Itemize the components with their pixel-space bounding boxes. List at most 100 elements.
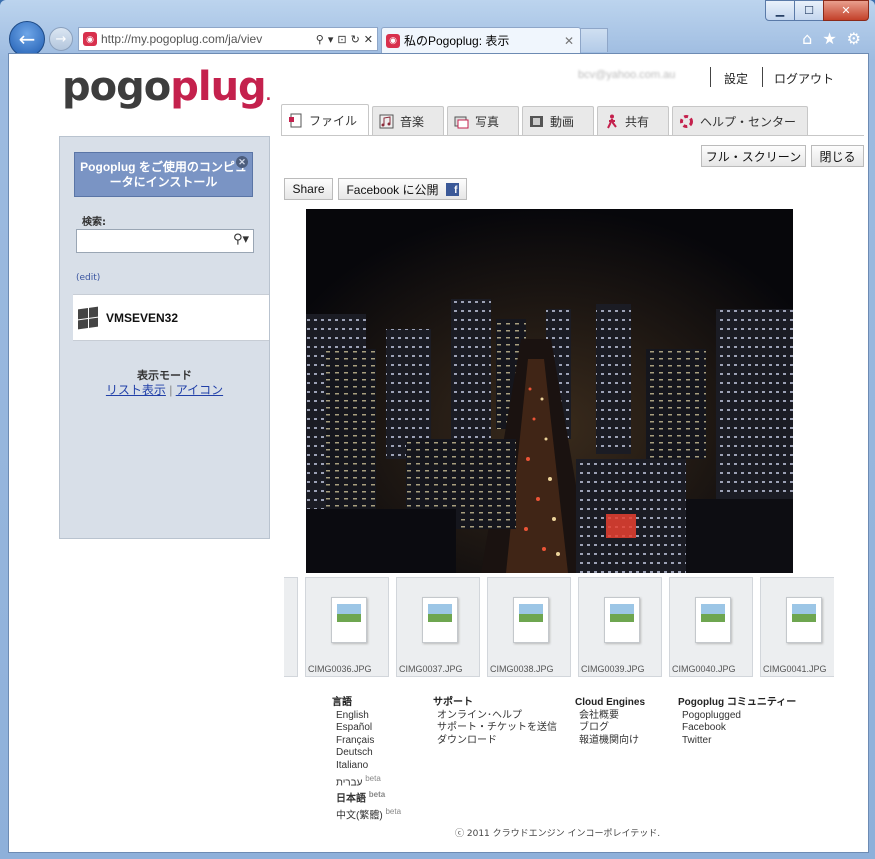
search-icon[interactable]: ⚲ (316, 33, 324, 46)
logout-link[interactable]: ログアウト (774, 70, 834, 87)
language-link[interactable]: Español (332, 722, 401, 735)
tab-videos[interactable]: 動画 (522, 106, 594, 135)
image-placeholder-icon (513, 597, 549, 643)
company-link[interactable]: 報道機関向け (575, 735, 645, 748)
language-link[interactable]: English (332, 710, 401, 723)
tab-help-center[interactable]: ヘルプ・センター (672, 106, 808, 135)
facebook-publish-button[interactable]: Facebook に公開 f (338, 178, 467, 200)
stop-icon[interactable]: ✕ (364, 33, 373, 46)
install-banner-button[interactable]: Pogoplug をご使用のコンピュータにインストール ✕ (74, 152, 253, 197)
browser-tab[interactable]: ◉ 私のPogoplug: 表示 ✕ (381, 27, 581, 53)
close-icon[interactable]: ✕ (236, 156, 248, 168)
compat-view-icon[interactable]: ⊡ (337, 33, 346, 46)
image-placeholder-icon (786, 597, 822, 643)
device-name: VMSEVEN32 (106, 310, 179, 325)
tab-photos[interactable]: 写真 (447, 106, 519, 135)
pogoplug-favicon-icon: ◉ (83, 32, 97, 46)
thumbnail-item[interactable]: CIMG0038.JPG (487, 577, 571, 677)
tab-label: 動画 (550, 114, 575, 129)
chevron-down-icon[interactable]: ▾ (328, 33, 334, 46)
language-link[interactable]: Français (332, 735, 401, 748)
music-icon (379, 114, 394, 128)
footer-heading: 言語 (332, 697, 352, 708)
support-link[interactable]: サポート・チケットを送信 (433, 722, 557, 735)
search-icon[interactable]: ⚲▾ (233, 232, 249, 247)
footer-languages: 言語 English Español Français Deutsch Ital… (332, 697, 401, 823)
community-link[interactable]: Twitter (678, 735, 796, 748)
home-icon[interactable]: ⌂ (802, 29, 812, 48)
favorites-star-icon[interactable]: ★ (822, 29, 836, 48)
tab-close-icon[interactable]: ✕ (564, 34, 580, 48)
install-text: Pogoplug をご使用のコンピュータにインストール (80, 160, 247, 189)
sidebar: Pogoplug をご使用のコンピュータにインストール ✕ 検索: ⚲▾ (ed… (59, 136, 270, 539)
footer-support: サポート オンライン･ヘルプ サポート・チケットを送信 ダウンロード (433, 697, 557, 747)
language-link[interactable]: Italiano (332, 760, 401, 773)
fullscreen-button[interactable]: フル・スクリーン (701, 145, 806, 167)
edit-link[interactable]: (edit) (76, 273, 100, 283)
address-bar[interactable]: ◉ http://my.pogoplug.com/ja/viev ⚲ ▾ ⊡ ↻… (78, 27, 378, 51)
language-link[interactable]: עברית beta (332, 773, 401, 790)
thumbnail-caption: CIMG0039.JPG (581, 664, 645, 674)
tab-label: 音楽 (400, 114, 425, 129)
device-item-vmseven32[interactable]: VMSEVEN32 (73, 294, 269, 341)
support-link[interactable]: ダウンロード (433, 735, 557, 748)
tab-share[interactable]: 共有 (597, 106, 669, 135)
close-button[interactable]: 閉じる (811, 145, 864, 167)
search-label: 検索: (82, 217, 106, 228)
image-placeholder-icon (604, 597, 640, 643)
address-text[interactable]: http://my.pogoplug.com/ja/viev (101, 32, 316, 46)
tab-label: ファイル (309, 113, 358, 128)
language-link[interactable]: 中文(繁體) beta (332, 806, 401, 823)
tab-music[interactable]: 音楽 (372, 106, 444, 135)
divider (710, 67, 711, 87)
image-placeholder-icon (331, 597, 367, 643)
facebook-publish-label: Facebook に公開 (346, 182, 439, 197)
tab-label: 写真 (475, 114, 500, 129)
facebook-icon: f (445, 182, 459, 196)
photo-viewer-image[interactable] (306, 209, 793, 573)
close-window-button[interactable]: ✕ (823, 0, 869, 21)
footer-heading: Cloud Engines (575, 697, 645, 708)
tab-label: ヘルプ・センター (700, 114, 797, 129)
image-placeholder-icon (695, 597, 731, 643)
tab-files[interactable]: ファイル (281, 104, 369, 135)
footer-cloud-engines: Cloud Engines 会社概要 ブログ 報道機関向け (575, 697, 645, 747)
back-button[interactable]: ← (9, 21, 45, 57)
thumbnail-item[interactable]: CIMG0036.JPG (305, 577, 389, 677)
share-button[interactable]: Share (284, 178, 333, 200)
support-link[interactable]: オンライン･ヘルプ (433, 710, 557, 723)
main-tabs: ファイル 音楽 写真 動画 共有 ヘルプ・センター (281, 104, 808, 135)
minimize-button[interactable]: ▁ (765, 0, 795, 21)
settings-link[interactable]: 設定 (724, 70, 748, 87)
thumbnail-item[interactable]: CIMG0040.JPG (669, 577, 753, 677)
list-view-link[interactable]: リスト表示 (106, 383, 166, 397)
community-link[interactable]: Pogoplugged (678, 710, 796, 723)
help-icon (680, 114, 693, 128)
thumbnail-caption: CIMG0037.JPG (399, 664, 463, 674)
thumbnail-item[interactable]: CIMG0037.JPG (396, 577, 480, 677)
footer-heading: Pogoplug コミュニティー (678, 697, 797, 708)
footer-community: Pogoplug コミュニティー Pogoplugged Facebook Tw… (678, 697, 796, 747)
language-link-current[interactable]: 日本語 beta (332, 789, 401, 806)
company-link[interactable]: ブログ (575, 722, 645, 735)
forward-button[interactable]: → (49, 27, 73, 51)
refresh-icon[interactable]: ↻ (351, 33, 360, 46)
gear-icon[interactable]: ⚙ (847, 29, 861, 48)
language-link[interactable]: Deutsch (332, 747, 401, 760)
thumbnail-caption: CIMG0036.JPG (308, 664, 372, 674)
pogoplug-logo[interactable]: pogoplug. (62, 64, 271, 110)
share-person-icon (607, 114, 617, 128)
search-input[interactable]: ⚲▾ (76, 229, 254, 253)
new-tab-button[interactable] (580, 28, 608, 52)
company-link[interactable]: 会社概要 (575, 710, 645, 723)
thumbnail-item[interactable]: CIMG0041.JPG (760, 577, 834, 677)
copyright-text: ⓒ 2011 クラウドエンジン インコーポレイテッド. (455, 829, 661, 839)
thumbnail-item[interactable]: CIMG0039.JPG (578, 577, 662, 677)
thumbnail-caption: CIMG0040.JPG (672, 664, 736, 674)
maximize-button[interactable]: ☐ (794, 0, 824, 21)
thumbnail-partial[interactable] (284, 577, 298, 677)
browser-window: ▁ ☐ ✕ ← → ◉ http://my.pogoplug.com/ja/vi… (0, 0, 875, 859)
window-controls: ▁ ☐ ✕ (765, 0, 869, 21)
icon-view-link[interactable]: アイコン (176, 383, 223, 397)
community-link[interactable]: Facebook (678, 722, 796, 735)
